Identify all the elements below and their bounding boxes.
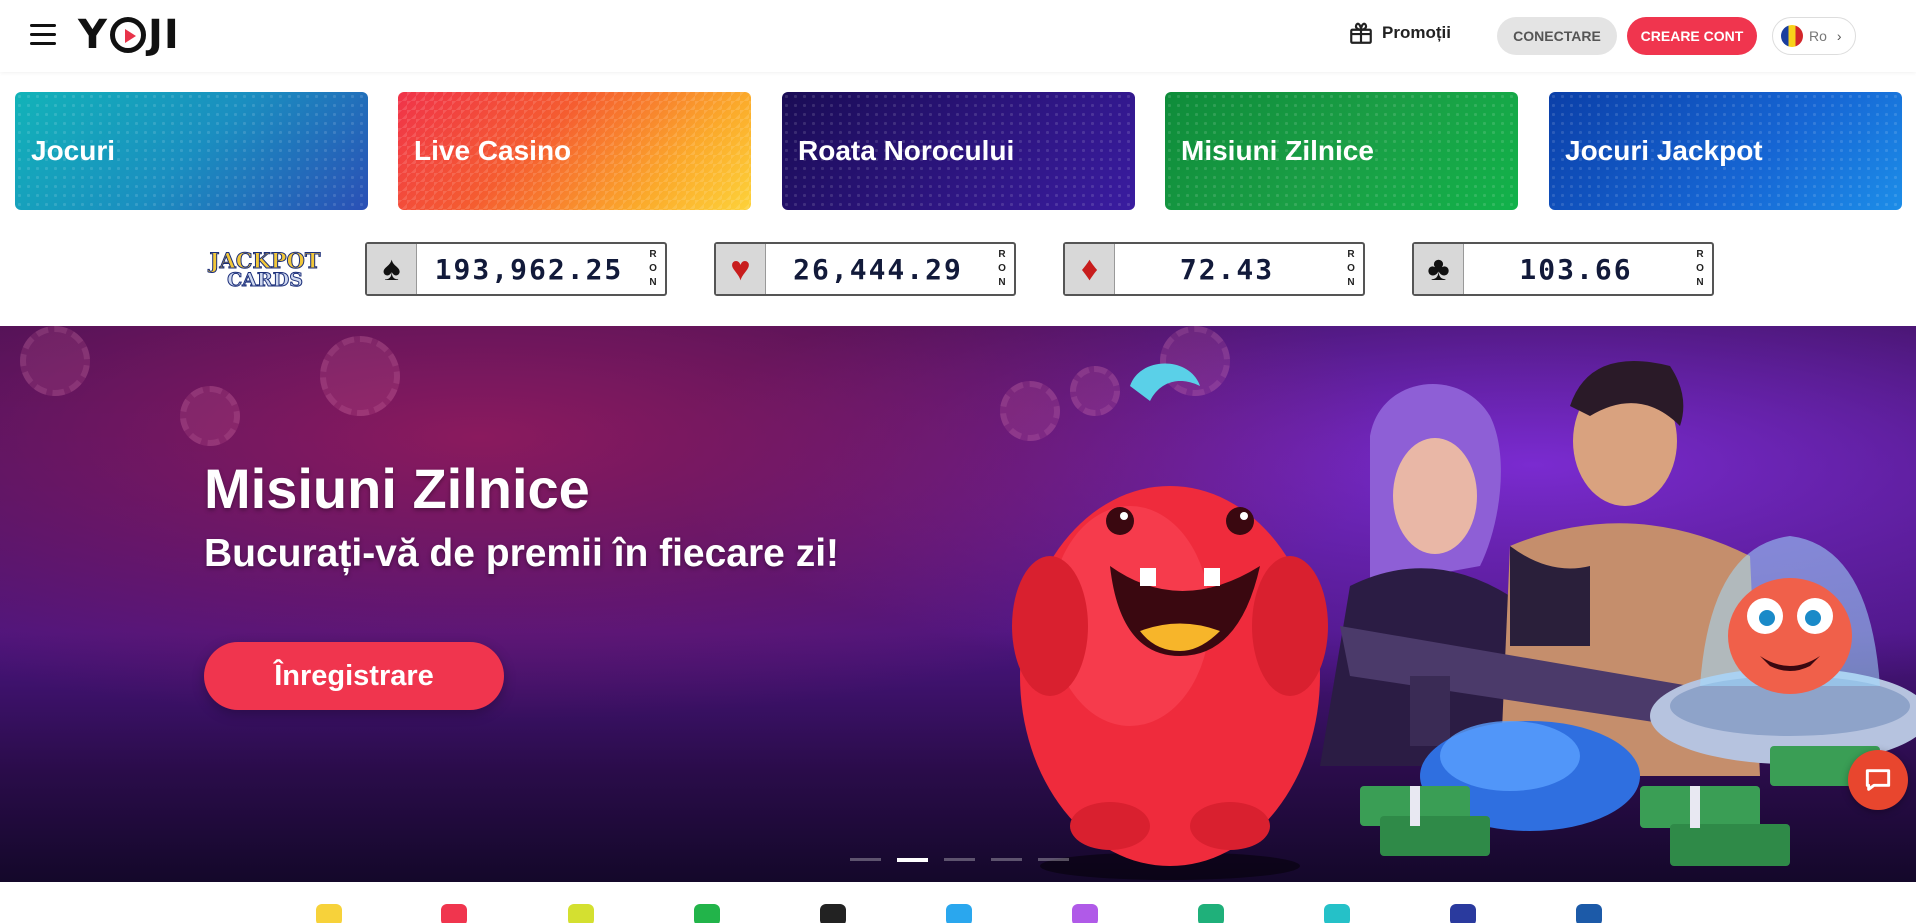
category-label: Misiuni Zilnice bbox=[1181, 135, 1374, 166]
diamond-icon: ♦ bbox=[1065, 244, 1115, 294]
site-logo[interactable]: Y JI bbox=[78, 12, 180, 58]
club-icon: ♣ bbox=[1414, 244, 1464, 294]
currency-label: RON bbox=[998, 249, 1006, 288]
jackpot-counter-diamonds: ♦ 72.43 RON bbox=[1063, 242, 1365, 296]
provider-icon[interactable] bbox=[1450, 904, 1476, 923]
live-chat-button[interactable] bbox=[1848, 750, 1908, 810]
category-label: Live Casino bbox=[414, 135, 572, 166]
slide-indicator[interactable] bbox=[991, 858, 1022, 861]
flag-icon bbox=[1781, 25, 1803, 47]
category-tile-jackpot-games[interactable]: Jocuri Jackpot bbox=[1549, 92, 1902, 210]
chevron-right-icon: › bbox=[1836, 28, 1842, 44]
jackpot-amount: 193,962.25 bbox=[434, 252, 624, 286]
new-games-icon[interactable] bbox=[441, 904, 467, 923]
language-selector[interactable]: Ro › bbox=[1772, 17, 1856, 55]
hero-banner[interactable]: Misiuni Zilnice Bucurați-vă de premii în… bbox=[0, 326, 1916, 882]
provider-icon[interactable] bbox=[946, 904, 972, 923]
jackpot-cards-logo: JACKPOT CARDS bbox=[209, 243, 321, 297]
game-providers-strip bbox=[0, 882, 1916, 923]
hero-title: Misiuni Zilnice bbox=[204, 457, 590, 520]
category-tile-games[interactable]: Jocuri bbox=[15, 92, 368, 210]
page: Y JI Promoții CONECTARE CREARE CONT Ro › … bbox=[0, 0, 1916, 923]
category-label: Jocuri bbox=[31, 135, 116, 166]
slide-indicator-active[interactable] bbox=[897, 858, 928, 862]
gift-icon bbox=[1350, 22, 1372, 44]
slide-indicator[interactable] bbox=[850, 858, 881, 861]
provider-icon[interactable] bbox=[568, 904, 594, 923]
slide-indicator[interactable] bbox=[944, 858, 975, 861]
category-label: Roata Norocului bbox=[798, 135, 1015, 166]
category-label: Jocuri Jackpot bbox=[1565, 135, 1763, 166]
slide-indicator[interactable] bbox=[1038, 858, 1069, 861]
jackpot-amount: 26,444.29 bbox=[793, 252, 963, 286]
heart-icon: ♥ bbox=[716, 244, 766, 294]
casino-chip-decoration bbox=[320, 336, 400, 416]
promotions-link[interactable]: Promoții bbox=[1348, 20, 1451, 46]
hero-characters-illustration bbox=[1012, 361, 1916, 880]
signup-cta-button[interactable]: Înregistrare bbox=[204, 642, 504, 710]
jackpot-counter-spades: ♠ 193,962.25 RON bbox=[365, 242, 667, 296]
provider-icon[interactable] bbox=[694, 904, 720, 923]
jackpot-counter-clubs: ♣ 103.66 RON bbox=[1412, 242, 1714, 296]
language-label: Ro bbox=[1809, 28, 1827, 44]
jackpot-amount: 72.43 bbox=[1179, 252, 1275, 286]
promotions-label: Promoții bbox=[1382, 23, 1451, 42]
jackpot-logo-line2: CARDS bbox=[227, 269, 304, 291]
provider-icon[interactable] bbox=[316, 904, 342, 923]
hero-subtitle: Bucurați-vă de premii în fiecare zi! bbox=[204, 532, 840, 575]
login-button[interactable]: CONECTARE bbox=[1497, 17, 1617, 55]
provider-icon[interactable] bbox=[1072, 904, 1098, 923]
category-tile-live-casino[interactable]: Live Casino bbox=[398, 92, 751, 210]
casino-chip-decoration bbox=[20, 326, 90, 396]
provider-icon[interactable] bbox=[820, 904, 846, 923]
provider-icon[interactable] bbox=[1324, 904, 1350, 923]
menu-icon[interactable] bbox=[30, 24, 56, 46]
category-tile-wheel-of-fortune[interactable]: Roata Norocului bbox=[782, 92, 1135, 210]
currency-label: RON bbox=[1696, 249, 1704, 288]
provider-icon[interactable] bbox=[1198, 904, 1224, 923]
spade-icon: ♠ bbox=[367, 244, 417, 294]
chat-icon bbox=[1865, 769, 1891, 791]
jackpot-amount: 103.66 bbox=[1519, 252, 1633, 286]
category-tile-daily-missions[interactable]: Misiuni Zilnice bbox=[1165, 92, 1518, 210]
casino-chip-decoration bbox=[180, 386, 240, 446]
jackpot-logo-line1: JACKPOT bbox=[209, 248, 321, 273]
currency-label: RON bbox=[1347, 249, 1355, 288]
play-icon bbox=[109, 17, 146, 53]
jackpot-counter-hearts: ♥ 26,444.29 RON bbox=[714, 242, 1016, 296]
top-header: Y JI Promoții CONECTARE CREARE CONT Ro › bbox=[0, 0, 1916, 72]
slider-pagination bbox=[850, 858, 1069, 862]
currency-label: RON bbox=[649, 249, 657, 288]
register-button[interactable]: CREARE CONT bbox=[1627, 17, 1757, 55]
provider-icon[interactable] bbox=[1576, 904, 1602, 923]
